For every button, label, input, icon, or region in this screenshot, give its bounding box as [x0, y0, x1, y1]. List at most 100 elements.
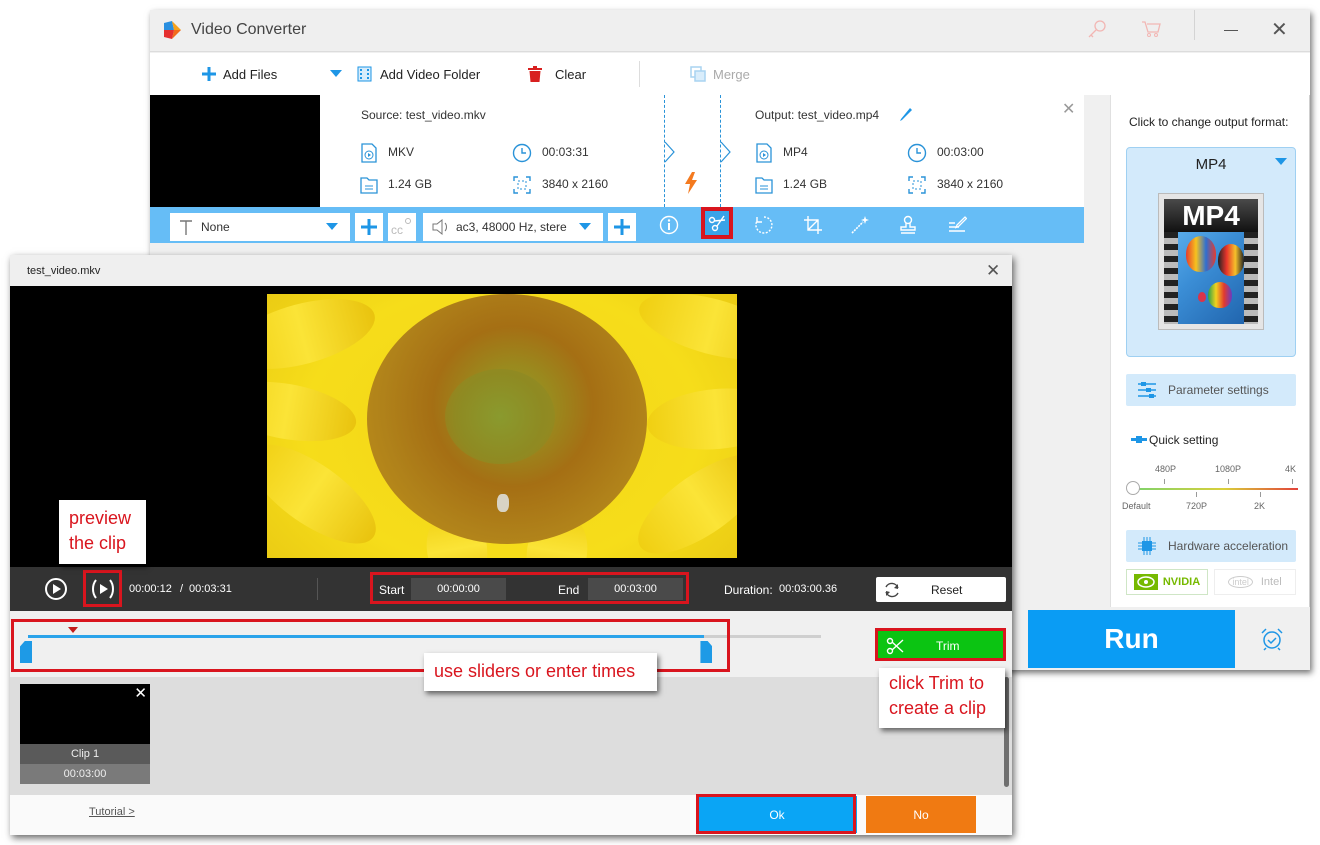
output-duration: 00:03:00	[937, 145, 984, 159]
no-button[interactable]: No	[866, 796, 976, 833]
output-format-name: MP4	[1195, 156, 1227, 173]
intel-label: Intel	[1260, 576, 1282, 588]
duration-value: 00:03:00.36	[779, 583, 838, 595]
subtitle-settings-button[interactable]: cc	[388, 213, 416, 241]
app-logo-icon	[164, 21, 181, 39]
annotation-text: the clip	[69, 533, 127, 553]
quick-setting-icon	[1131, 436, 1147, 443]
run-button[interactable]: Run	[1028, 610, 1235, 668]
annotation-highlight-scissors	[701, 207, 733, 239]
quality-tick-label: 2K	[1254, 501, 1266, 511]
nvidia-logo-icon	[1133, 574, 1158, 590]
key-icon[interactable]	[1086, 18, 1108, 40]
file-size-icon	[360, 177, 378, 194]
audio-track-select[interactable]: ac3, 48000 Hz, stere	[423, 213, 603, 241]
audio-track-value: ac3, 48000 Hz, stere	[456, 220, 567, 234]
output-resolution: 3840 x 2160	[937, 177, 1004, 191]
quality-slider-handle[interactable]	[1126, 481, 1140, 495]
add-files-dropdown-icon[interactable]	[330, 70, 342, 78]
refresh-icon	[885, 582, 899, 597]
output-format-prompt: Click to change output format:	[1129, 115, 1289, 129]
chevron-down-icon	[326, 223, 338, 230]
text-t-icon	[180, 220, 192, 235]
chevron-down-icon	[1275, 158, 1287, 165]
arrow-right-icon	[664, 141, 675, 163]
clip-item[interactable]: ✕ Clip 1 00:03:00	[20, 684, 150, 784]
toolbar-divider	[639, 61, 640, 87]
play-icon[interactable]	[44, 577, 68, 601]
annotation-text: preview	[69, 508, 132, 528]
file-thumbnail[interactable]	[150, 95, 320, 207]
add-files-button[interactable]: Add Files	[202, 53, 277, 95]
plus-icon	[614, 219, 630, 235]
output-format: MP4	[783, 145, 808, 159]
quality-tick-label: 720P	[1186, 501, 1208, 511]
annotation-preview: preview the clip	[59, 500, 146, 564]
edit-toolbar: None cc ac3, 48000 Hz, stere	[150, 207, 1084, 243]
info-icon[interactable]	[659, 215, 679, 235]
reset-button[interactable]: Reset	[876, 577, 1006, 602]
output-settings-panel: Click to change output format: MP4 MP4 P…	[1110, 95, 1310, 607]
add-audio-button[interactable]	[608, 213, 636, 241]
close-icon[interactable]: ✕	[1271, 20, 1288, 40]
clock-icon	[512, 143, 532, 163]
edit-pencil-icon[interactable]	[898, 106, 914, 122]
video-frame[interactable]	[267, 294, 737, 558]
dialog-title: test_video.mkv	[27, 265, 101, 277]
sliders-icon	[1138, 382, 1156, 398]
alarm-clock-icon[interactable]	[1260, 627, 1284, 651]
arrow-right-icon	[720, 141, 731, 163]
chip-icon	[1138, 537, 1156, 555]
effects-wand-icon[interactable]	[850, 215, 870, 235]
remove-clip-icon[interactable]: ✕	[134, 684, 147, 702]
duration-label: Duration:	[724, 583, 773, 597]
quality-tick-label: 480P	[1155, 464, 1177, 474]
annotation-highlight-ok	[696, 794, 856, 834]
cc-settings-icon: cc	[391, 218, 411, 237]
output-format-selector[interactable]: MP4 MP4	[1126, 147, 1296, 357]
annotation-text: use sliders or enter times	[434, 661, 636, 681]
merge-icon	[690, 66, 706, 82]
watermark-stamp-icon[interactable]	[898, 215, 918, 235]
intel-toggle[interactable]: intel Intel	[1214, 569, 1296, 595]
chevron-down-icon	[579, 223, 591, 230]
total-time: 00:03:31	[189, 583, 232, 595]
source-duration: 00:03:31	[542, 145, 589, 159]
add-video-folder-label: Add Video Folder	[380, 66, 481, 82]
annotation-trim: click Trim to create a clip	[879, 668, 1005, 728]
svg-text:cc: cc	[391, 223, 403, 237]
hardware-acceleration-label: Hardware acceleration	[1168, 539, 1289, 553]
nvidia-toggle[interactable]: NVIDIA	[1126, 569, 1208, 595]
quality-slider-track[interactable]	[1133, 488, 1298, 490]
rotate-icon[interactable]	[754, 215, 774, 235]
tutorial-link[interactable]: Tutorial >	[89, 806, 135, 818]
subtitle-select[interactable]: None	[170, 213, 350, 241]
crop-icon[interactable]	[803, 215, 823, 235]
reset-label: Reset	[931, 582, 963, 597]
merge-button[interactable]: Merge	[690, 53, 750, 95]
clear-label: Clear	[555, 66, 587, 82]
file-item[interactable]: Source: test_video.mkv MKV 00:03:31 1.24…	[150, 95, 1084, 207]
source-format: MKV	[388, 145, 415, 159]
hardware-acceleration-button[interactable]: Hardware acceleration	[1126, 530, 1296, 562]
clip-duration: 00:03:00	[20, 764, 150, 784]
format-badge: MP4	[1164, 199, 1258, 232]
subtitle-value: None	[201, 220, 230, 234]
dialog-title-bar: test_video.mkv ✕	[10, 255, 1012, 286]
app-title: Video Converter	[191, 21, 307, 38]
add-subtitle-button[interactable]	[355, 213, 383, 241]
minimize-icon[interactable]	[1224, 30, 1238, 31]
remove-file-icon[interactable]: ✕	[1062, 99, 1075, 119]
quality-tick-label: Default	[1122, 501, 1151, 511]
dialog-footer: Tutorial > Ok No	[10, 795, 1012, 835]
file-size-icon	[755, 177, 773, 194]
close-icon[interactable]: ✕	[986, 261, 1000, 281]
titlebar-divider	[1194, 10, 1195, 40]
clear-button[interactable]: Clear	[528, 53, 586, 95]
add-video-folder-button[interactable]: Add Video Folder	[357, 53, 480, 95]
edit-metadata-icon[interactable]	[947, 215, 967, 235]
resolution-icon	[513, 176, 531, 194]
clips-list: ✕ Clip 1 00:03:00	[10, 677, 1012, 795]
parameter-settings-button[interactable]: Parameter settings	[1126, 374, 1296, 406]
cart-icon[interactable]	[1140, 18, 1162, 40]
